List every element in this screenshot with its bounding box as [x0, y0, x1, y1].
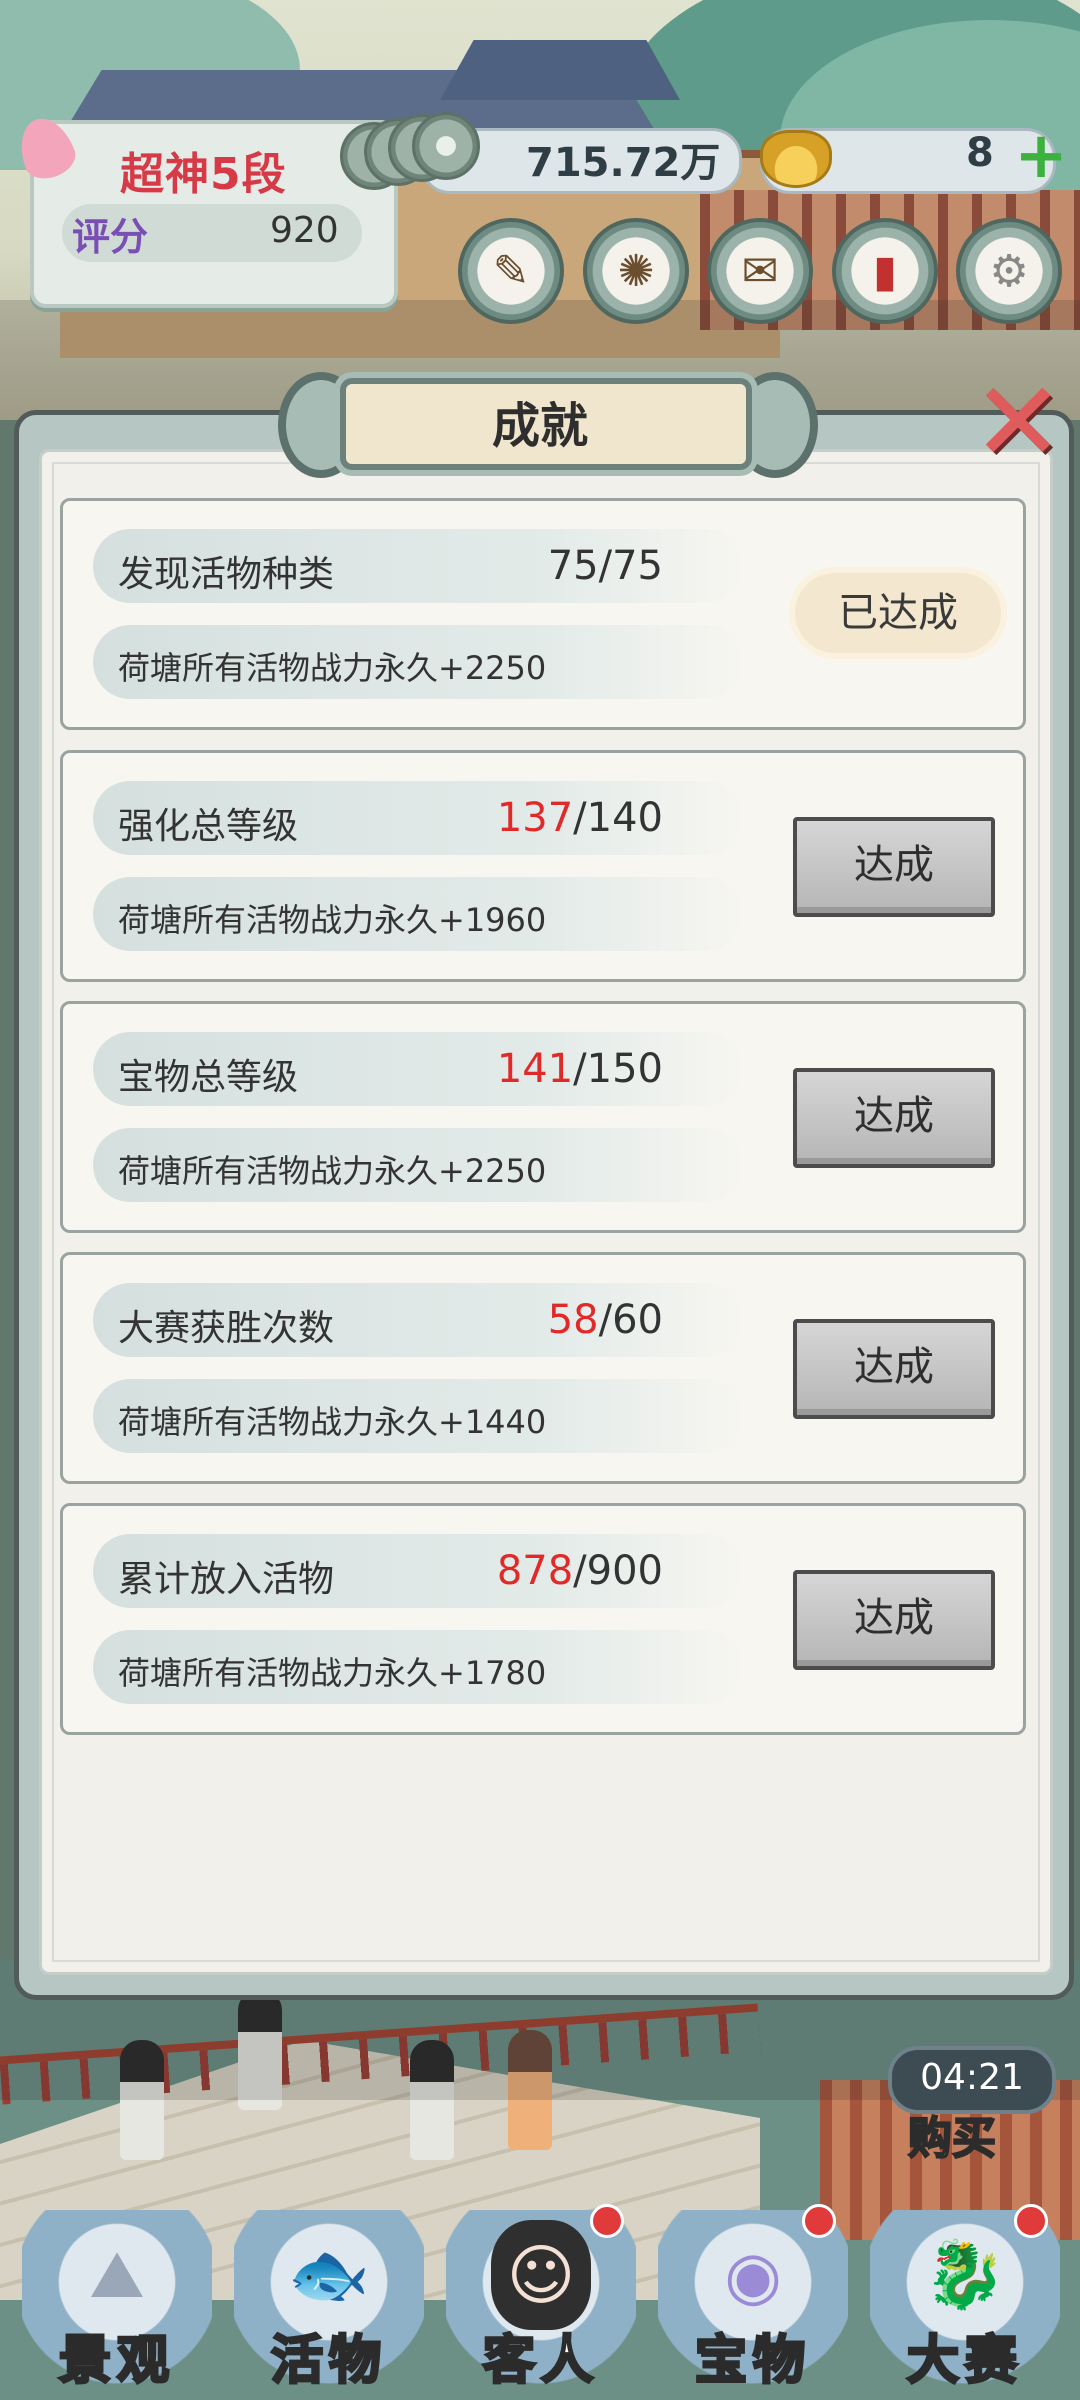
pavilion-roof [440, 40, 680, 100]
progress-total: /900 [573, 1548, 663, 1594]
dragon-fish-icon: 🐉 [923, 2236, 1007, 2313]
nav-item-guests[interactable]: ☺ 客人 [436, 2200, 646, 2400]
achievement-progress: 58/60 [548, 1297, 663, 1343]
nav-item-scenery[interactable]: ⛰ 景观 [12, 2200, 222, 2400]
notification-dot [590, 2204, 624, 2238]
achievement-reward: 荷塘所有活物战力永久+1780 [118, 1654, 547, 1692]
achievement-label: 累计放入活物 [118, 1559, 335, 1600]
brush-scroll-icon[interactable]: ✎ [458, 218, 564, 324]
gear-icon[interactable]: ⚙ [956, 218, 1062, 324]
achievement-progress: 137/140 [497, 795, 663, 841]
achievement-progress: 75/75 [548, 543, 663, 589]
rock-icon: ⛰ [89, 2235, 145, 2313]
coin-amount: 715.72万 [526, 140, 721, 186]
achievement-card: 大赛获胜次数 58/60 荷塘所有活物战力永久+1440 达成 [60, 1252, 1026, 1484]
compass-icon[interactable]: ✺ [583, 218, 689, 324]
panel-title: 成就 [491, 398, 588, 454]
achievement-card: 强化总等级 137/140 荷塘所有活物战力永久+1960 达成 [60, 750, 1026, 982]
close-button[interactable]: ✕ [968, 367, 1068, 477]
progress-current: 137 [496, 795, 574, 841]
achieved-badge: 已达成 [795, 573, 1001, 653]
gold-ingot-icon [760, 130, 832, 188]
achievement-label: 强化总等级 [118, 806, 299, 847]
progress-current: 75 [547, 543, 599, 589]
achievement-label: 宝物总等级 [118, 1057, 299, 1098]
claim-button[interactable]: 达成 [793, 817, 995, 917]
score-value: 920 [270, 210, 339, 251]
nav-label: 宝物 [693, 2330, 811, 2393]
progress-current: 141 [496, 1046, 574, 1092]
red-book-icon[interactable]: ▮ [832, 218, 938, 324]
progress-total: /150 [573, 1046, 663, 1092]
fish-icon: 🐟 [287, 2236, 371, 2313]
claim-button[interactable]: 达成 [793, 1319, 995, 1419]
letter-icon[interactable]: ✉ [707, 218, 813, 324]
gold-amount: 8 [966, 130, 994, 176]
nav-label: 景观 [57, 2330, 175, 2393]
achievement-reward: 荷塘所有活物战力永久+1960 [118, 901, 547, 939]
progress-current: 58 [547, 1297, 599, 1343]
progress-total: /60 [598, 1297, 663, 1343]
claim-button[interactable]: 达成 [793, 1570, 995, 1670]
achievement-progress: 141/150 [497, 1046, 663, 1092]
rank-title: 超神5段 [120, 149, 287, 200]
achievement-reward: 荷塘所有活物战力永久+1440 [118, 1403, 547, 1441]
achievement-card: 宝物总等级 141/150 荷塘所有活物战力永久+2250 达成 [60, 1001, 1026, 1233]
coin-stack-icon [340, 112, 490, 192]
progress-total: /140 [573, 795, 663, 841]
nav-label: 大赛 [905, 2330, 1023, 2393]
achievement-card: 发现活物种类 75/75 荷塘所有活物战力永久+2250 已达成 [60, 498, 1026, 730]
claim-button[interactable]: 达成 [793, 1068, 995, 1168]
nav-item-contest[interactable]: 🐉 大赛 [860, 2200, 1070, 2400]
achievement-label: 大赛获胜次数 [118, 1308, 335, 1349]
achievement-label: 发现活物种类 [118, 554, 335, 595]
add-gold-button[interactable]: + [1014, 124, 1068, 188]
achievement-card: 累计放入活物 878/900 荷塘所有活物战力永久+1780 达成 [60, 1503, 1026, 1735]
nav-item-creatures[interactable]: 🐟 活物 [224, 2200, 434, 2400]
nav-label: 客人 [481, 2330, 599, 2393]
nav-item-treasures[interactable]: ◉ 宝物 [648, 2200, 858, 2400]
notification-dot [802, 2204, 836, 2238]
buy-button[interactable]: 购买 [907, 2102, 997, 2166]
notification-dot [1014, 2204, 1048, 2238]
achievement-reward: 荷塘所有活物战力永久+2250 [118, 649, 547, 687]
bottom-nav: ⛰ 景观 🐟 活物 ☺ 客人 ◉ 宝物 🐉 大赛 [0, 2200, 1080, 2400]
girl-avatar-icon: ☺ [491, 2220, 591, 2330]
achievement-reward: 荷塘所有活物战力永久+2250 [118, 1152, 547, 1190]
progress-current: 878 [496, 1548, 574, 1594]
pearl-shell-icon: ◉ [724, 2236, 782, 2314]
score-label: 评分 [72, 215, 149, 259]
nav-label: 活物 [269, 2330, 387, 2393]
progress-total: /75 [598, 543, 663, 589]
achievement-progress: 878/900 [497, 1548, 663, 1594]
